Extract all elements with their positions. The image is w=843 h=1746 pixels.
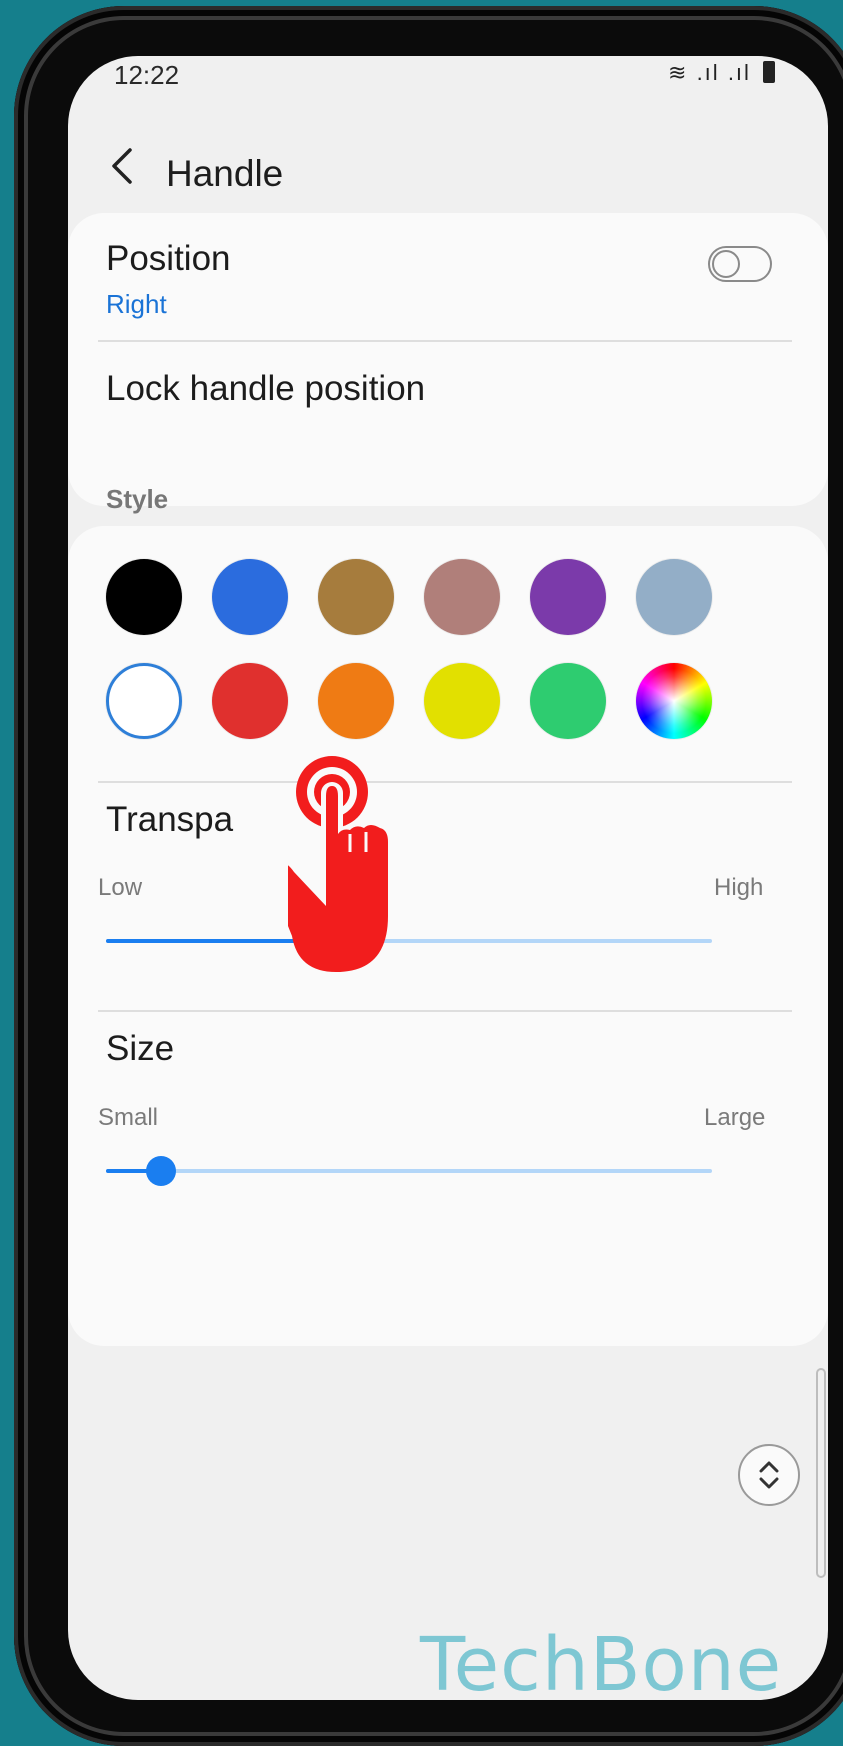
scrollbar[interactable] xyxy=(816,1368,826,1578)
transparency-high-label: High xyxy=(714,874,764,901)
color-swatch[interactable] xyxy=(530,663,606,739)
color-swatch[interactable] xyxy=(212,663,288,739)
transparency-label: Transpa xyxy=(106,800,234,839)
style-header: Style xyxy=(106,484,169,514)
page-title: Handle xyxy=(166,153,284,194)
status-bar: 12:22 ≋ .ıl .ıl xyxy=(68,56,828,96)
slider-track xyxy=(106,1169,712,1173)
screen: 12:22 ≋ .ıl .ıl Handle Position Right Lo… xyxy=(68,56,828,1700)
status-icons: ≋ .ıl .ıl xyxy=(668,60,776,86)
divider xyxy=(98,340,792,342)
size-high-label: Large xyxy=(704,1104,766,1131)
size-label: Size xyxy=(106,1029,175,1068)
scroll-button[interactable] xyxy=(738,1444,800,1506)
position-value: Right xyxy=(106,289,167,319)
tap-hand-icon xyxy=(288,756,388,972)
chevron-left-icon[interactable] xyxy=(106,146,142,186)
position-label: Position xyxy=(106,239,231,278)
slider-thumb[interactable] xyxy=(146,1156,176,1186)
toggle-knob xyxy=(712,250,740,278)
size-low-label: Small xyxy=(98,1104,159,1131)
color-picker-icon[interactable] xyxy=(636,663,712,739)
signal-icon: .ıl xyxy=(727,60,751,85)
color-swatch[interactable] xyxy=(530,559,606,635)
wifi-icon: ≋ xyxy=(668,60,689,85)
color-swatch[interactable] xyxy=(636,559,712,635)
lock-handle-toggle[interactable] xyxy=(708,246,772,282)
color-swatch[interactable] xyxy=(318,663,394,739)
watermark: TechBone xyxy=(420,1622,783,1700)
battery-icon xyxy=(763,61,776,83)
color-swatch[interactable] xyxy=(106,663,182,739)
app-bar: Handle xyxy=(68,126,828,206)
status-time: 12:22 xyxy=(114,60,180,90)
color-swatch[interactable] xyxy=(318,559,394,635)
color-swatch[interactable] xyxy=(424,559,500,635)
transparency-low-label: Low xyxy=(98,874,143,901)
color-swatch[interactable] xyxy=(424,663,500,739)
divider xyxy=(98,781,792,783)
divider xyxy=(98,1010,792,1012)
style-card: Transpa Low High Size Small Large xyxy=(68,526,828,1346)
color-swatch[interactable] xyxy=(106,559,182,635)
phone-frame: 12:22 ≋ .ıl .ıl Handle Position Right Lo… xyxy=(14,6,843,1746)
color-swatch[interactable] xyxy=(212,559,288,635)
lock-handle-label: Lock handle position xyxy=(106,369,426,408)
signal-icon: .ıl xyxy=(696,60,720,85)
chevron-up-down-icon xyxy=(759,1461,779,1489)
